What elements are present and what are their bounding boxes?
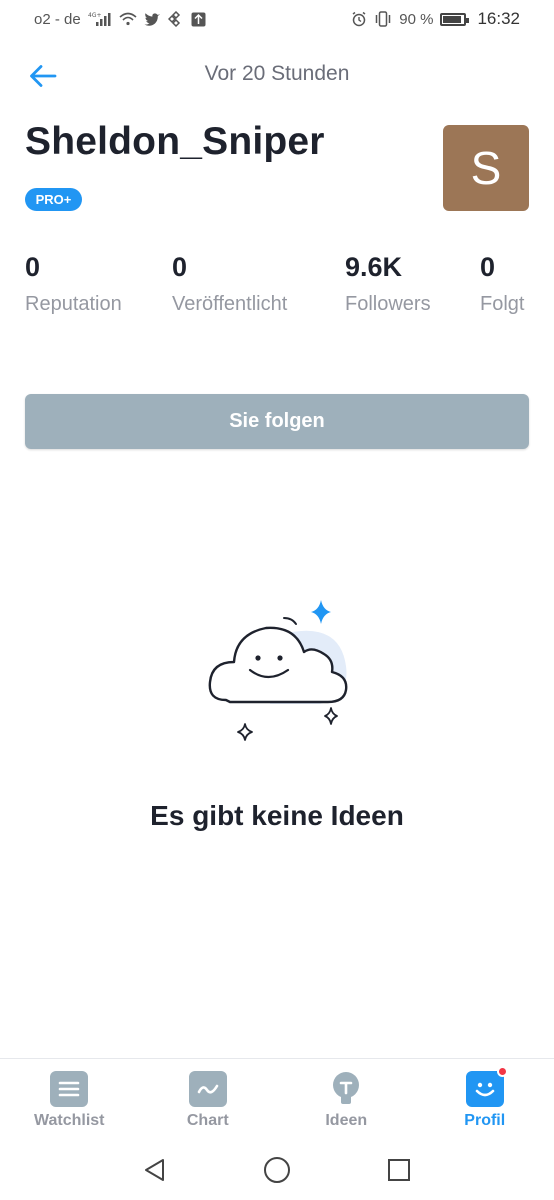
bottom-nav: Watchlist Chart Ideen Profil [0,1058,554,1140]
stat-following[interactable]: 0 Folgt [480,252,524,316]
signal-icon: 4G+ [88,11,112,27]
alarm-icon [351,11,367,27]
nav-label: Profil [464,1112,506,1129]
svg-text:4G+: 4G+ [88,12,102,19]
nav-profile[interactable]: Profil [416,1059,554,1140]
follow-button[interactable]: Sie folgen [25,394,529,449]
empty-state-message: Es gibt keine Ideen [150,800,404,831]
carrier-name: o2 - de [34,10,81,28]
stat-label: Folgt [480,293,525,315]
wifi-icon [119,12,137,26]
stat-label: Veröffentlicht [172,293,288,315]
stat-followers[interactable]: 9.6K Followers [345,252,431,316]
stat-value: 0 [25,252,41,282]
status-bar: o2 - de 4G+ 90 % 16:32 [0,0,554,38]
nav-label: Watchlist [33,1112,105,1129]
list-icon [50,1071,89,1107]
nav-ideas[interactable]: Ideen [277,1059,416,1140]
nav-label: Ideen [325,1112,368,1129]
stat-value: 0 [172,252,188,282]
system-back-icon[interactable] [141,1156,169,1184]
pro-badge[interactable]: PRO+ [25,188,82,211]
notification-dot [496,1066,508,1077]
nav-label: Chart [186,1112,229,1129]
stat-value: 0 [480,252,496,282]
header-title: Vor 20 Stunden [204,62,350,85]
upload-icon [191,12,206,27]
stat-reputation[interactable]: 0 Reputation [25,252,122,316]
battery-icon [440,12,470,26]
header: Vor 20 Stunden [0,50,554,102]
vibrate-icon [374,11,392,27]
stat-label: Reputation [25,293,122,315]
cloud-illustration-icon [200,596,360,748]
profile-username: Sheldon_Sniper [25,120,325,163]
twitter-icon [144,12,161,26]
status-bar-left: o2 - de 4G+ [34,11,206,28]
nav-chart[interactable]: Chart [139,1059,278,1140]
smiley-icon [465,1066,508,1107]
clock: 16:32 [477,9,520,28]
system-nav-bar [0,1140,554,1200]
stat-published[interactable]: 0 Veröffentlicht [172,252,287,316]
battery-percent: 90 % [399,10,434,28]
binance-icon [167,11,184,27]
lightbulb-icon [327,1071,365,1107]
chart-icon [188,1071,227,1107]
status-bar-right: 90 % 16:32 [351,9,520,29]
stat-label: Followers [345,293,431,315]
nav-watchlist[interactable]: Watchlist [0,1059,139,1140]
system-home-icon[interactable] [263,1156,291,1184]
system-recents-icon[interactable] [385,1156,413,1184]
avatar[interactable]: S [443,125,529,211]
stat-value: 9.6K [345,252,403,282]
